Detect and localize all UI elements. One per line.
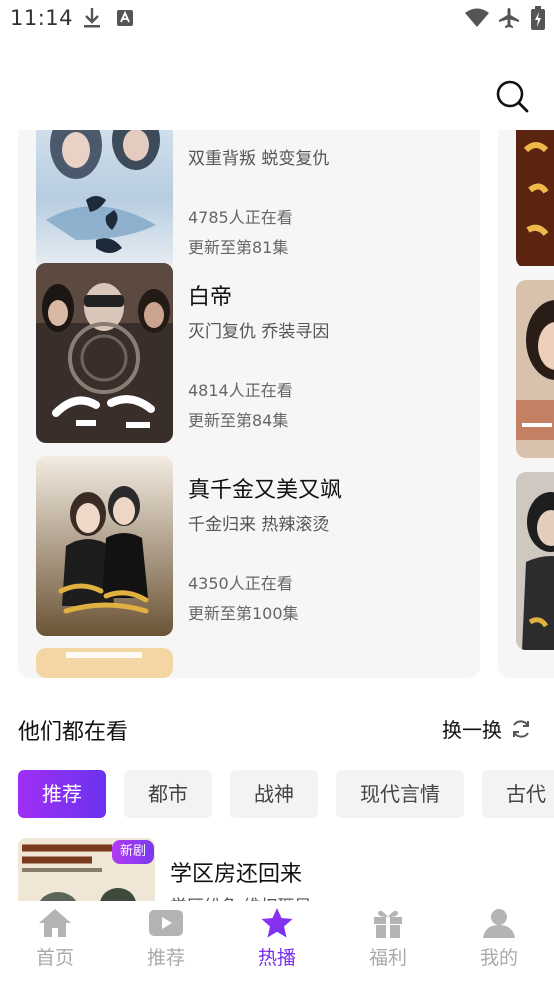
refresh-button[interactable]: 换一换 <box>442 714 532 743</box>
drama-title: 白帝 <box>188 285 233 310</box>
bottom-tab-bar: 首页 推荐 热播 福利 我的 <box>0 901 554 984</box>
drama-poster[interactable] <box>516 472 554 650</box>
refresh-icon <box>513 719 529 738</box>
refresh-label: 换一换 <box>442 718 502 742</box>
drama-poster[interactable] <box>36 456 173 636</box>
battery-charging-icon <box>531 6 545 34</box>
search-icon <box>496 80 529 113</box>
main-content[interactable]: 双重背叛 蜕变复仇 4785人正在看 更新至第81集 白帝 灭门复仇 乔装寻因 … <box>0 130 554 901</box>
drama-description: 千金归来 热辣滚烫 <box>188 515 330 535</box>
tab-label: 我的 <box>479 947 518 969</box>
drama-description: 双重背叛 蜕变复仇 <box>188 149 330 169</box>
drama-title: 真千金又美又飒 <box>188 478 343 503</box>
drama-episode-status: 更新至第84集 <box>188 411 289 430</box>
tab-home[interactable]: 首页 <box>0 901 110 984</box>
drama-item[interactable]: 双重背叛 蜕变复仇 4785人正在看 更新至第81集 <box>36 130 466 270</box>
tab-hot[interactable]: 热播 <box>222 901 332 984</box>
tag-urban[interactable]: 都市 <box>124 770 212 818</box>
search-button[interactable] <box>494 78 530 114</box>
app-notification-icon <box>116 9 134 31</box>
tag-modern-romance[interactable]: 现代言情 <box>336 770 464 818</box>
recommend-item[interactable]: 新剧 学区房还回来 学区纷争 维权砸局 <box>18 838 538 901</box>
category-tags: 推荐 都市 战神 现代言情 古代 <box>18 770 554 818</box>
drama-description: 灭门复仇 乔装寻因 <box>188 322 330 342</box>
status-bar: 11:14 <box>0 0 554 40</box>
tag-war-god[interactable]: 战神 <box>230 770 318 818</box>
drama-ranking-card: 双重背叛 蜕变复仇 4785人正在看 更新至第81集 白帝 灭门复仇 乔装寻因 … <box>18 130 480 678</box>
tab-mine[interactable]: 我的 <box>444 901 554 984</box>
tab-label: 热播 <box>257 947 296 969</box>
drama-ranking-card-next <box>498 130 554 678</box>
tab-label: 福利 <box>368 947 407 969</box>
drama-poster[interactable] <box>36 130 173 270</box>
download-icon <box>82 6 102 34</box>
tab-label: 首页 <box>35 947 74 969</box>
drama-poster[interactable] <box>516 280 554 458</box>
tab-welfare[interactable]: 福利 <box>333 901 443 984</box>
tag-recommend[interactable]: 推荐 <box>18 770 106 818</box>
gift-icon <box>374 910 402 938</box>
status-time: 11:14 <box>10 6 74 30</box>
drama-viewer-count: 4814人正在看 <box>188 381 293 400</box>
play-icon <box>149 910 183 936</box>
star-icon <box>261 908 293 938</box>
drama-item[interactable]: 真千金又美又飒 千金归来 热辣滚烫 4350人正在看 更新至第100集 <box>36 456 466 636</box>
drama-poster-partial[interactable] <box>36 648 173 678</box>
tag-ancient[interactable]: 古代 <box>482 770 554 818</box>
drama-episode-status: 更新至第81集 <box>188 238 289 257</box>
drama-poster[interactable] <box>36 263 173 443</box>
drama-description: 学区纷争 维权砸局 <box>170 892 311 901</box>
user-icon <box>483 909 515 938</box>
tab-recommend[interactable]: 推荐 <box>111 901 221 984</box>
wifi-icon <box>464 8 490 32</box>
tab-label: 推荐 <box>146 947 185 969</box>
drama-episode-status: 更新至第100集 <box>188 604 299 623</box>
drama-viewer-count: 4785人正在看 <box>188 208 293 227</box>
new-drama-badge: 新剧 <box>112 840 155 864</box>
drama-title: 学区房还回来 <box>170 862 303 887</box>
section-title: 他们都在看 <box>18 720 129 745</box>
home-icon <box>39 909 71 937</box>
drama-item[interactable]: 白帝 灭门复仇 乔装寻因 4814人正在看 更新至第84集 <box>36 263 466 443</box>
airplane-mode-icon <box>497 6 521 34</box>
drama-poster[interactable] <box>516 130 554 268</box>
drama-viewer-count: 4350人正在看 <box>188 574 293 593</box>
